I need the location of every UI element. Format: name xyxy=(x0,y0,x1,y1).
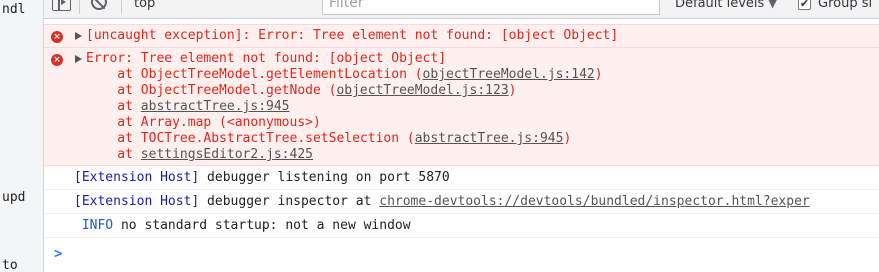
filter-input[interactable]: Filter xyxy=(322,0,660,15)
console-log-message: [Extension Host] debugger inspector at c… xyxy=(44,190,879,214)
editor-code-line: upd xyxy=(2,190,26,205)
error-icon: × xyxy=(51,54,63,66)
error-icon: × xyxy=(51,31,63,43)
stack-frame-text: ) xyxy=(594,67,603,82)
group-similar-label: Group si xyxy=(818,0,873,11)
inspector-link[interactable]: chrome-devtools://devtools/bundled/inspe… xyxy=(379,194,809,209)
source-link[interactable]: objectTreeModel.js:123 xyxy=(336,83,508,98)
stack-frame: at settingsEditor2.js:425 xyxy=(86,147,313,163)
log-text: no standard startup: not a new window xyxy=(113,218,411,233)
expand-triangle-icon[interactable] xyxy=(75,55,82,63)
log-source-tag: [Extension Host] xyxy=(74,194,200,209)
console-error-message: × [uncaught exception]: Error: Tree elem… xyxy=(44,24,879,48)
levels-dropdown[interactable]: Default levels ▼ xyxy=(675,0,777,12)
log-line: INFO no standard startup: not a new wind… xyxy=(74,218,411,234)
stack-frame: at Array.map (<anonymous>) xyxy=(86,115,321,131)
log-level-label: INFO xyxy=(74,218,114,233)
stack-frame-text: ) xyxy=(508,83,517,98)
stack-frame-text: at ObjectTreeModel.getElementLocation ( xyxy=(86,67,423,82)
console-toolbar: top Filter Default levels ▼ ✔ Group si xyxy=(44,0,879,19)
stack-frame-text: at ObjectTreeModel.getNode ( xyxy=(86,83,337,98)
expand-triangle-icon[interactable] xyxy=(75,32,82,40)
group-similar-checkbox[interactable]: ✔ xyxy=(798,0,811,10)
stack-frame: at ObjectTreeModel.getElementLocation (o… xyxy=(86,67,603,83)
editor-code-line: ndl xyxy=(2,2,26,17)
console-panel: top Filter Default levels ▼ ✔ Group si × … xyxy=(44,0,879,272)
levels-label: Default levels xyxy=(675,0,765,11)
console-log-message: [Extension Host] debugger listening on p… xyxy=(44,166,879,190)
source-link[interactable]: abstractTree.js:945 xyxy=(141,99,290,114)
stack-frame-text: at xyxy=(86,147,141,162)
toolbar-divider xyxy=(121,0,122,14)
stack-frame: at ObjectTreeModel.getNode (objectTreeMo… xyxy=(86,83,516,99)
log-source-tag: [Extension Host] xyxy=(74,170,200,185)
stack-frame-text: at Array.map (<anonymous>) xyxy=(86,115,321,130)
chevron-down-icon: ▼ xyxy=(768,0,777,10)
stack-frame-text: at TOCTree.AbstractTree.setSelection ( xyxy=(86,131,415,146)
log-text: debugger listening on port 5870 xyxy=(199,170,450,185)
stack-frame: at abstractTree.js:945 xyxy=(86,99,290,115)
console-prompt[interactable]: > xyxy=(54,246,62,262)
show-sidebar-icon[interactable] xyxy=(52,0,71,11)
source-link[interactable]: settingsEditor2.js:425 xyxy=(141,147,313,162)
error-text: [uncaught exception]: Error: Tree elemen… xyxy=(86,28,619,43)
log-text: debugger inspector at xyxy=(199,194,380,209)
error-header: Error: Tree element not found: [object O… xyxy=(86,51,447,66)
toolbar-divider xyxy=(79,0,80,14)
context-select[interactable]: top xyxy=(126,0,316,15)
console-log-message: INFO no standard startup: not a new wind… xyxy=(44,214,879,238)
editor-left-strip: ndl upd to xyxy=(0,0,44,272)
console-error-message: × Error: Tree element not found: [object… xyxy=(44,48,879,166)
stack-frame-text: at xyxy=(86,99,141,114)
clear-console-icon[interactable] xyxy=(91,0,107,10)
source-link[interactable]: abstractTree.js:945 xyxy=(415,131,564,146)
editor-code-line: to xyxy=(2,258,18,272)
stack-frame-text: ) xyxy=(563,131,572,146)
log-line: [Extension Host] debugger inspector at c… xyxy=(74,194,810,210)
source-link[interactable]: objectTreeModel.js:142 xyxy=(423,67,595,82)
log-line: [Extension Host] debugger listening on p… xyxy=(74,170,450,186)
stack-frame: at TOCTree.AbstractTree.setSelection (ab… xyxy=(86,131,571,147)
